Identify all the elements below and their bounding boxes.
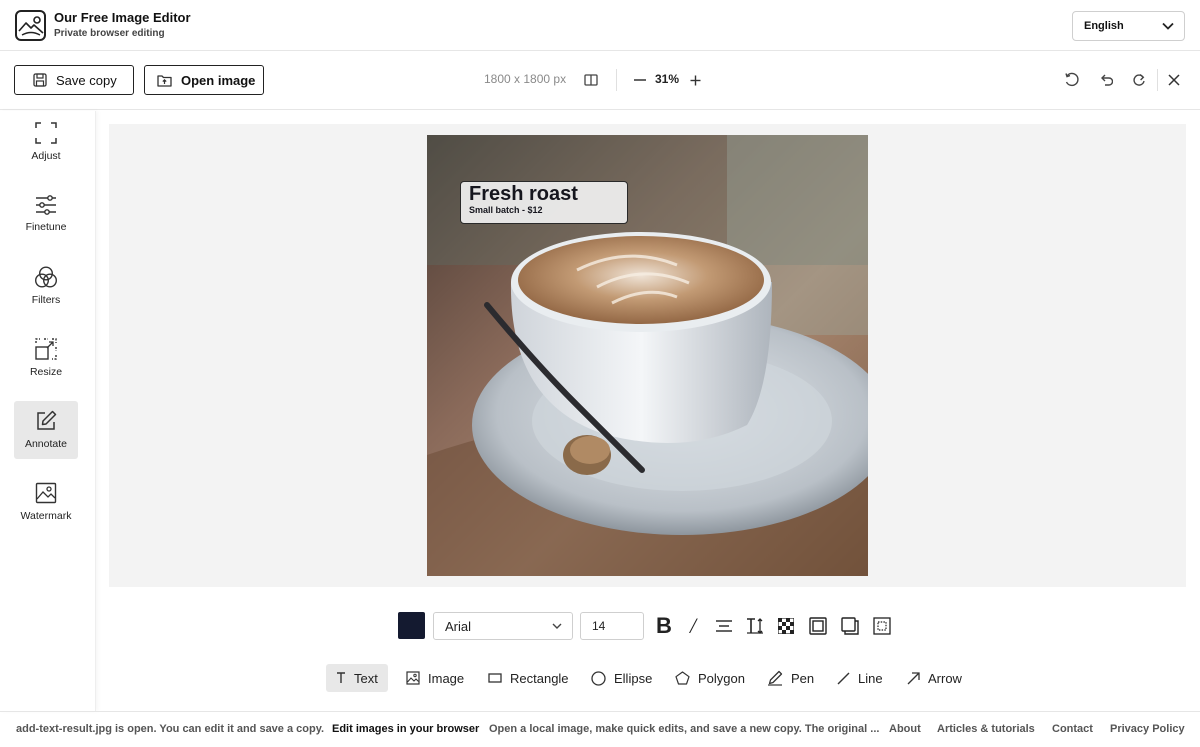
arrow-icon	[907, 671, 920, 684]
footer-description: Open a local image, make quick edits, an…	[489, 723, 880, 735]
sidebar-item-annotate[interactable]: Annotate	[14, 401, 78, 459]
sidebar-item-label: Adjust	[31, 150, 61, 162]
tool-rectangle[interactable]: Rectangle	[478, 664, 579, 692]
sliders-icon	[36, 195, 56, 215]
tool-label: Rectangle	[510, 670, 569, 686]
color-swatch[interactable]	[398, 612, 425, 639]
logo-icon	[15, 9, 46, 41]
tool-image[interactable]: Image	[396, 664, 474, 692]
image-dimensions: 1800 x 1800 px	[484, 72, 567, 86]
sidebar-item-watermark[interactable]: Watermark	[14, 473, 78, 531]
language-value: English	[1084, 20, 1124, 32]
resize-icon	[35, 338, 57, 360]
toolbar-divider	[1157, 69, 1158, 91]
brand: Our Free Image Editor Private browser ed…	[54, 9, 191, 40]
align-center-icon[interactable]	[712, 613, 736, 639]
zoom-in-icon[interactable]	[684, 69, 706, 91]
sidebar-item-filters[interactable]: Filters	[14, 257, 78, 315]
footer-link-contact[interactable]: Contact	[1052, 723, 1093, 735]
footer-link-about[interactable]: About	[889, 723, 921, 735]
tool-label: Line	[858, 670, 883, 686]
tool-arrow[interactable]: Arrow	[897, 664, 972, 692]
sidebar-item-label: Finetune	[25, 221, 67, 233]
tool-label: Polygon	[698, 670, 745, 686]
filter-circles-icon	[34, 266, 58, 288]
tool-line[interactable]: Line	[827, 664, 893, 692]
save-copy-button[interactable]: Save copy	[14, 65, 134, 95]
chevron-down-icon	[552, 623, 562, 629]
zoom-out-icon[interactable]	[629, 69, 651, 91]
image-icon	[406, 671, 420, 685]
text-shadow-icon[interactable]	[838, 613, 862, 639]
open-image-button[interactable]: Open image	[144, 65, 264, 95]
annotation-subtitle: Small batch - $12	[469, 205, 543, 215]
reset-icon[interactable]	[1061, 69, 1083, 91]
font-family-select[interactable]: Arial	[433, 612, 573, 640]
app-title: Our Free Image Editor	[54, 9, 191, 25]
app-subtitle: Private browser editing	[54, 28, 165, 40]
chevron-down-icon	[1162, 22, 1174, 30]
tool-label: Pen	[791, 670, 815, 686]
save-copy-label: Save copy	[56, 72, 117, 88]
sidebar-item-label: Resize	[29, 366, 63, 378]
file-status: add-text-result.jpg is open. You can edi…	[16, 723, 325, 735]
tool-label: Image	[428, 670, 465, 686]
tool-polygon[interactable]: Polygon	[665, 664, 755, 692]
zoom-level: 31%	[655, 72, 680, 86]
footer-link-articles[interactable]: Articles & tutorials	[937, 723, 1035, 735]
line-icon	[837, 672, 850, 684]
polygon-icon	[675, 671, 690, 685]
transparency-icon[interactable]	[774, 613, 798, 639]
sidebar-item-resize[interactable]: Resize	[14, 329, 78, 387]
sidebar-item-label: Filters	[31, 294, 61, 306]
text-annotation[interactable]: Fresh roast Small batch - $12	[460, 181, 628, 224]
pencil-icon	[37, 410, 57, 430]
footer-headline: Edit images in your browser	[332, 723, 480, 735]
redo-icon[interactable]	[1128, 69, 1150, 91]
save-icon	[33, 73, 47, 87]
sidebar-item-label: Watermark	[20, 510, 72, 522]
line-height-icon[interactable]	[743, 613, 767, 639]
italic-icon[interactable]: /	[681, 613, 705, 639]
footer-bar: add-text-result.jpg is open. You can edi…	[0, 711, 1200, 747]
footer-link-privacy[interactable]: Privacy Policy	[1110, 723, 1185, 735]
sidebar-item-adjust[interactable]: Adjust	[14, 113, 78, 171]
main-toolbar: Save copy Open image 1800 x 1800 px 31%	[0, 51, 1200, 110]
open-image-label: Open image	[181, 72, 256, 88]
bold-icon[interactable]: B	[652, 613, 676, 639]
open-folder-icon	[157, 74, 172, 87]
annotation-title: Fresh roast	[469, 183, 578, 205]
crop-frame-icon	[35, 122, 57, 144]
font-size-input[interactable]	[580, 612, 644, 640]
font-family-value: Arial	[445, 618, 472, 634]
tool-sidebar: Adjust Finetune Filters Resize Annotate …	[0, 111, 96, 711]
app-header: Our Free Image Editor Private browser ed…	[0, 0, 1200, 51]
sidebar-item-label: Annotate	[24, 438, 68, 450]
sidebar-item-finetune[interactable]: Finetune	[14, 185, 78, 243]
tool-label: Arrow	[928, 670, 962, 686]
text-background-icon[interactable]	[806, 613, 830, 639]
image-icon	[35, 482, 57, 504]
text-padding-icon[interactable]	[870, 613, 894, 639]
tool-label: Text	[354, 670, 378, 686]
tool-pen[interactable]: Pen	[757, 664, 824, 692]
rectangle-icon	[488, 673, 502, 683]
compare-icon[interactable]	[580, 69, 602, 91]
pen-icon	[768, 670, 783, 686]
toolbar-divider	[616, 69, 617, 91]
image-editor-app: Our Free Image Editor Private browser ed…	[0, 0, 1200, 747]
ellipse-icon	[591, 670, 606, 686]
tool-text[interactable]: Text	[326, 664, 388, 692]
language-select[interactable]: English	[1072, 11, 1185, 41]
undo-icon[interactable]	[1095, 69, 1117, 91]
close-icon[interactable]	[1163, 69, 1185, 91]
text-icon	[337, 672, 345, 683]
tool-ellipse[interactable]: Ellipse	[581, 664, 662, 692]
tool-label: Ellipse	[614, 670, 653, 686]
